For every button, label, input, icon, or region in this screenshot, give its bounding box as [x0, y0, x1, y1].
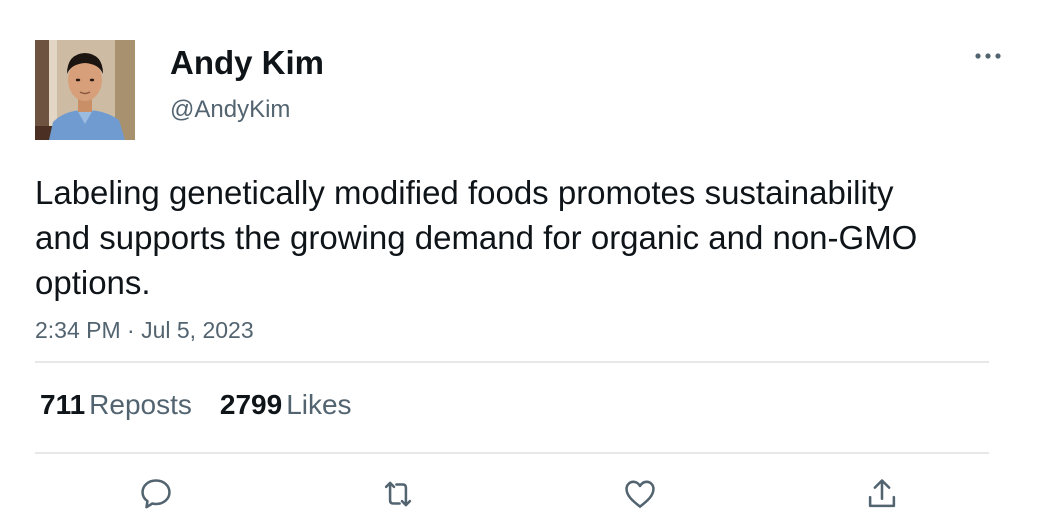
reposts-label: Reposts	[89, 389, 192, 420]
share-icon	[868, 479, 896, 508]
likes-count: 2799	[219, 389, 283, 420]
repost-button[interactable]	[378, 472, 418, 516]
like-button[interactable]	[620, 472, 660, 516]
author-handle[interactable]: @AndyKim	[170, 94, 290, 126]
tweet-timestamp[interactable]: 2:34 PM · Jul 5, 2023	[35, 315, 254, 345]
reply-icon	[141, 479, 171, 509]
likes-label: Likes	[286, 389, 352, 420]
heart-icon	[625, 480, 655, 508]
engagement-stats: 711 Reposts 2799 Likes	[40, 387, 380, 423]
tweet-text: Labeling genetically modified foods prom…	[35, 174, 918, 301]
more-options-button[interactable]	[972, 44, 1004, 68]
share-button[interactable]	[862, 472, 902, 516]
more-horizontal-icon	[975, 53, 1001, 59]
avatar[interactable]	[35, 40, 135, 140]
divider	[35, 361, 989, 363]
avatar-photo	[35, 40, 135, 140]
divider	[35, 452, 989, 454]
repost-icon	[384, 481, 412, 507]
likes-stat[interactable]: 2799 Likes	[220, 389, 352, 420]
reposts-stat[interactable]: 711 Reposts	[40, 389, 192, 420]
reposts-count: 711	[40, 389, 86, 420]
author-display-name[interactable]: Andy Kim	[170, 42, 324, 84]
reply-button[interactable]	[136, 472, 176, 516]
